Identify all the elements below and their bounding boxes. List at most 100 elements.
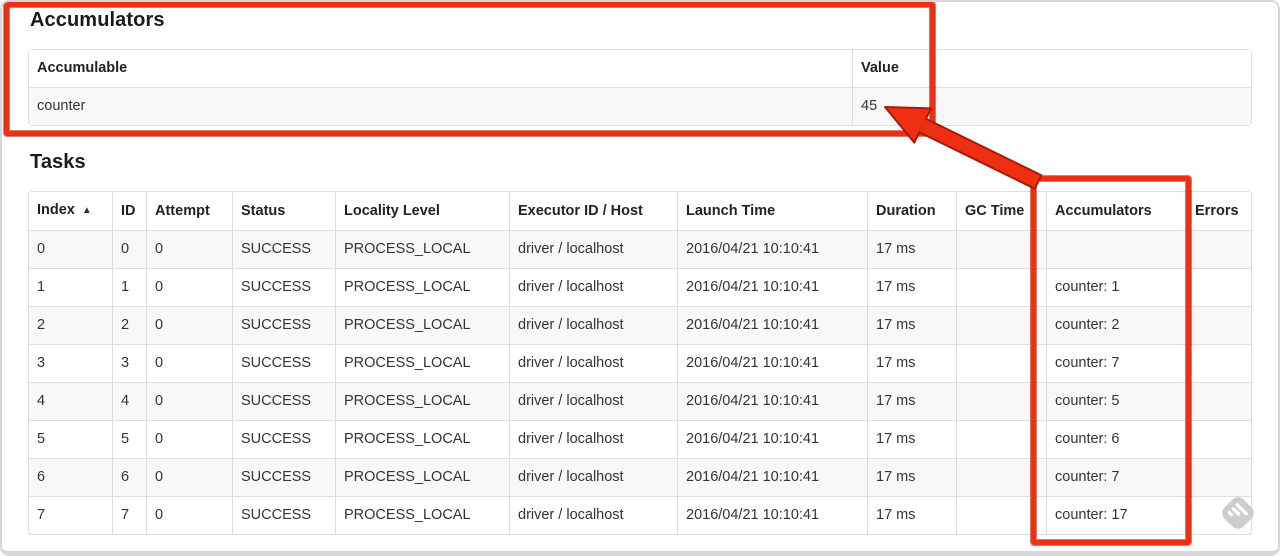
cell-gc-time xyxy=(956,344,1046,382)
table-row: 3 3 0 SUCCESS PROCESS_LOCAL driver / localhos… xyxy=(29,344,1251,382)
index-column-header[interactable]: Index ▲ xyxy=(29,192,112,230)
cell-index: 7 xyxy=(29,496,112,534)
cell-attempt: 0 xyxy=(146,496,232,534)
table-row: 7 7 0 SUCCESS PROCESS_LOCAL driver / localhos… xyxy=(29,496,1251,534)
table-row: counter 45 xyxy=(29,87,1251,125)
cell-status: SUCCESS xyxy=(232,268,335,306)
cell-status: SUCCESS xyxy=(232,420,335,458)
cell-attempt: 0 xyxy=(146,382,232,420)
cell-errors xyxy=(1186,382,1251,420)
cell-launch-time: 2016/04/21 10:10:41 xyxy=(677,458,867,496)
cell-accumulable: counter xyxy=(29,87,852,125)
cell-gc-time xyxy=(956,230,1046,268)
table-row: 2 2 0 SUCCESS PROCESS_LOCAL driver / localhos… xyxy=(29,306,1251,344)
duration-column-header[interactable]: Duration xyxy=(867,192,956,230)
cell-duration: 17 ms xyxy=(867,458,956,496)
cell-locality-level: PROCESS_LOCAL xyxy=(335,306,509,344)
cell-value: 45 xyxy=(852,87,1251,125)
cell-index: 1 xyxy=(29,268,112,306)
cell-accumulators: counter: 6 xyxy=(1046,420,1186,458)
cell-id: 5 xyxy=(112,420,146,458)
skitch-watermark-icon xyxy=(1222,497,1254,529)
cell-launch-time: 2016/04/21 10:10:41 xyxy=(677,420,867,458)
cell-duration: 17 ms xyxy=(867,382,956,420)
cell-duration: 17 ms xyxy=(867,230,956,268)
cell-id: 4 xyxy=(112,382,146,420)
cell-launch-time: 2016/04/21 10:10:41 xyxy=(677,230,867,268)
cell-launch-time: 2016/04/21 10:10:41 xyxy=(677,344,867,382)
cell-locality-level: PROCESS_LOCAL xyxy=(335,382,509,420)
value-column-header: Value xyxy=(852,50,1251,87)
accumulators-section-title: Accumulators xyxy=(30,9,165,31)
accumulators-table: Accumulable Value counter 45 xyxy=(28,49,1252,126)
cell-executor-id-host: driver / localhost xyxy=(509,458,677,496)
cell-attempt: 0 xyxy=(146,420,232,458)
cell-accumulators: counter: 5 xyxy=(1046,382,1186,420)
cell-executor-id-host: driver / localhost xyxy=(509,306,677,344)
cell-duration: 17 ms xyxy=(867,306,956,344)
executor-id-host-column-header[interactable]: Executor ID / Host xyxy=(509,192,677,230)
cell-index: 3 xyxy=(29,344,112,382)
cell-duration: 17 ms xyxy=(867,344,956,382)
cell-duration: 17 ms xyxy=(867,268,956,306)
cell-locality-level: PROCESS_LOCAL xyxy=(335,230,509,268)
locality-level-column-header[interactable]: Locality Level xyxy=(335,192,509,230)
cell-errors xyxy=(1186,306,1251,344)
errors-column-header[interactable]: Errors xyxy=(1186,192,1251,230)
cell-duration: 17 ms xyxy=(867,496,956,534)
cell-accumulators xyxy=(1046,230,1186,268)
cell-accumulators: counter: 7 xyxy=(1046,458,1186,496)
cell-errors xyxy=(1186,420,1251,458)
cell-accumulators: counter: 2 xyxy=(1046,306,1186,344)
cell-attempt: 0 xyxy=(146,230,232,268)
attempt-column-header[interactable]: Attempt xyxy=(146,192,232,230)
cell-index: 4 xyxy=(29,382,112,420)
cell-attempt: 0 xyxy=(146,344,232,382)
cell-gc-time xyxy=(956,382,1046,420)
cell-index: 0 xyxy=(29,230,112,268)
cell-id: 3 xyxy=(112,344,146,382)
tasks-table: Index ▲ ID Attempt Status Locality Level … xyxy=(28,191,1252,535)
cell-launch-time: 2016/04/21 10:10:41 xyxy=(677,268,867,306)
cell-errors xyxy=(1186,458,1251,496)
cell-errors xyxy=(1186,230,1251,268)
status-column-header[interactable]: Status xyxy=(232,192,335,230)
id-column-header[interactable]: ID xyxy=(112,192,146,230)
cell-id: 0 xyxy=(112,230,146,268)
cell-executor-id-host: driver / localhost xyxy=(509,382,677,420)
cell-executor-id-host: driver / localhost xyxy=(509,268,677,306)
cell-locality-level: PROCESS_LOCAL xyxy=(335,344,509,382)
gc-time-column-header[interactable]: GC Time xyxy=(956,192,1046,230)
accumulators-column-header[interactable]: Accumulators xyxy=(1046,192,1186,230)
cell-id: 6 xyxy=(112,458,146,496)
table-row: 1 1 0 SUCCESS PROCESS_LOCAL driver / localhos… xyxy=(29,268,1251,306)
launch-time-column-header[interactable]: Launch Time xyxy=(677,192,867,230)
cell-executor-id-host: driver / localhost xyxy=(509,420,677,458)
cell-id: 1 xyxy=(112,268,146,306)
tasks-section-title: Tasks xyxy=(30,151,86,173)
cell-status: SUCCESS xyxy=(232,306,335,344)
cell-gc-time xyxy=(956,496,1046,534)
cell-gc-time xyxy=(956,268,1046,306)
sort-ascending-icon: ▲ xyxy=(81,205,92,216)
cell-launch-time: 2016/04/21 10:10:41 xyxy=(677,382,867,420)
cell-gc-time xyxy=(956,420,1046,458)
cell-duration: 17 ms xyxy=(867,420,956,458)
cell-attempt: 0 xyxy=(146,458,232,496)
cell-locality-level: PROCESS_LOCAL xyxy=(335,496,509,534)
cell-launch-time: 2016/04/21 10:10:41 xyxy=(677,496,867,534)
cell-attempt: 0 xyxy=(146,306,232,344)
index-column-header-label: Index xyxy=(37,202,75,218)
accumulable-column-header: Accumulable xyxy=(29,50,852,87)
table-row: 4 4 0 SUCCESS PROCESS_LOCAL driver / localhos… xyxy=(29,382,1251,420)
cell-locality-level: PROCESS_LOCAL xyxy=(335,420,509,458)
cell-index: 2 xyxy=(29,306,112,344)
cell-id: 7 xyxy=(112,496,146,534)
accumulators-table-header-row: Accumulable Value xyxy=(29,50,1251,87)
cell-attempt: 0 xyxy=(146,268,232,306)
cell-status: SUCCESS xyxy=(232,496,335,534)
cell-accumulators: counter: 1 xyxy=(1046,268,1186,306)
cell-executor-id-host: driver / localhost xyxy=(509,496,677,534)
cell-locality-level: PROCESS_LOCAL xyxy=(335,458,509,496)
table-row: 5 5 0 SUCCESS PROCESS_LOCAL driver / localhos… xyxy=(29,420,1251,458)
